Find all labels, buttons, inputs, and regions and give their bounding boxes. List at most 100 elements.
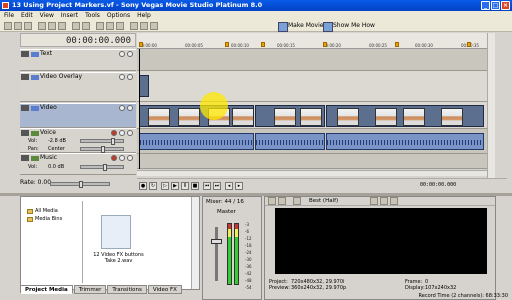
go-to-end-icon[interactable]: ⏭: [213, 182, 221, 190]
tab-transitions[interactable]: Transitions: [107, 285, 147, 294]
audio-clip[interactable]: [326, 133, 484, 150]
volume-knob[interactable]: [103, 164, 107, 171]
pan-slider[interactable]: [80, 146, 124, 153]
tree-item-media-bins[interactable]: Media Bins: [35, 216, 62, 222]
external-monitor-icon[interactable]: [278, 197, 286, 205]
tab-project-media[interactable]: Project Media: [20, 285, 73, 294]
master-fader-knob[interactable]: [211, 239, 222, 244]
lock-envelopes-icon[interactable]: [150, 22, 158, 30]
cut-icon[interactable]: [38, 22, 46, 30]
auto-ripple-icon[interactable]: [140, 22, 148, 30]
video-clip[interactable]: [255, 105, 325, 127]
rate-slider[interactable]: [50, 181, 110, 188]
volume-slider[interactable]: [80, 164, 124, 171]
paste-icon[interactable]: [58, 22, 66, 30]
edit-tool-icon[interactable]: [96, 22, 104, 30]
track-header-voice[interactable]: Voice Vol: -2.8 dB Pan: Center: [20, 128, 136, 153]
tab-trimmer[interactable]: Trimmer: [73, 285, 107, 294]
video-clip[interactable]: [139, 75, 149, 97]
video-clip[interactable]: [326, 105, 484, 127]
split-screen-icon[interactable]: [293, 197, 301, 205]
show-me-how-button[interactable]: Show Me How: [323, 21, 375, 32]
menu-help[interactable]: Help: [137, 11, 151, 20]
track-header-text[interactable]: Text: [20, 49, 136, 71]
record-arm-icon[interactable]: [111, 155, 117, 161]
new-icon[interactable]: [4, 22, 12, 30]
selection-tool-icon[interactable]: [116, 22, 124, 30]
playhead[interactable]: [139, 49, 140, 169]
project-marker[interactable]: [261, 42, 265, 47]
menu-file[interactable]: File: [4, 11, 14, 20]
maximize-button[interactable]: □: [491, 1, 500, 10]
redo-icon[interactable]: [82, 22, 90, 30]
make-movie-button[interactable]: Make Movie: [278, 21, 323, 32]
menu-insert[interactable]: Insert: [61, 11, 78, 20]
lane-text[interactable]: [137, 49, 487, 71]
project-marker[interactable]: [395, 42, 399, 47]
stop-icon[interactable]: ■: [191, 182, 199, 190]
save-icon[interactable]: [24, 22, 32, 30]
audio-file-thumbnail[interactable]: [101, 215, 131, 249]
track-header-video[interactable]: Video: [20, 103, 136, 128]
copy-snapshot-icon[interactable]: [380, 197, 388, 205]
lane-voice[interactable]: [137, 129, 487, 154]
solo-icon[interactable]: [127, 105, 133, 111]
record-arm-icon[interactable]: [111, 130, 117, 136]
right-strip: [496, 196, 512, 300]
play-icon[interactable]: ▶: [171, 182, 179, 190]
undo-icon[interactable]: [72, 22, 80, 30]
solo-icon[interactable]: [127, 74, 133, 80]
volume-knob[interactable]: [111, 138, 115, 145]
minimize-button[interactable]: _: [481, 1, 490, 10]
loop-icon[interactable]: ↻: [149, 182, 157, 190]
project-marker[interactable]: [225, 42, 229, 47]
solo-icon[interactable]: [127, 51, 133, 57]
rate-knob[interactable]: [79, 181, 83, 188]
audio-clip[interactable]: [255, 133, 325, 150]
menu-view[interactable]: View: [40, 11, 54, 20]
mute-icon[interactable]: [119, 51, 125, 57]
menu-edit[interactable]: Edit: [21, 11, 33, 20]
go-to-start-icon[interactable]: ⏮: [203, 182, 211, 190]
solo-icon[interactable]: [127, 155, 133, 161]
menu-options[interactable]: Options: [107, 11, 130, 20]
timeline[interactable]: [137, 49, 487, 169]
volume-slider[interactable]: [80, 138, 124, 145]
mute-icon[interactable]: [119, 105, 125, 111]
copy-icon[interactable]: [48, 22, 56, 30]
tab-video-fx[interactable]: Video FX: [147, 285, 182, 294]
snap-icon[interactable]: [130, 22, 138, 30]
media-scrollbar[interactable]: [191, 197, 199, 289]
mute-icon[interactable]: [119, 155, 125, 161]
track-header-music[interactable]: Music Vol: 0.0 dB: [20, 153, 136, 175]
close-button[interactable]: ×: [501, 1, 510, 10]
save-snapshot-icon[interactable]: [390, 197, 398, 205]
project-marker[interactable]: [323, 42, 327, 47]
record-icon[interactable]: ●: [139, 182, 147, 190]
overlays-icon[interactable]: [370, 197, 378, 205]
preview-quality-select[interactable]: Best (Half): [309, 198, 338, 204]
next-frame-icon[interactable]: ▸: [235, 182, 243, 190]
pause-icon[interactable]: Ⅱ: [181, 182, 189, 190]
pan-knob[interactable]: [101, 146, 105, 153]
open-icon[interactable]: [14, 22, 22, 30]
mute-icon[interactable]: [119, 130, 125, 136]
solo-icon[interactable]: [127, 130, 133, 136]
preview-settings-icon[interactable]: [268, 197, 276, 205]
project-marker[interactable]: [467, 42, 471, 47]
tree-item-all-media[interactable]: All Media: [35, 208, 58, 214]
play-from-start-icon[interactable]: ▷: [161, 182, 169, 190]
video-clip[interactable]: [139, 105, 254, 127]
horizontal-scrollbar[interactable]: [137, 170, 487, 176]
mute-icon[interactable]: [119, 74, 125, 80]
envelope-tool-icon[interactable]: [106, 22, 114, 30]
track-header-video-overlay[interactable]: Video Overlay: [20, 72, 136, 102]
vertical-scrollbar[interactable]: [487, 33, 495, 183]
audio-clip[interactable]: [139, 133, 254, 150]
project-marker[interactable]: [139, 42, 143, 47]
lane-video[interactable]: [137, 102, 487, 129]
prev-frame-icon[interactable]: ◂: [225, 182, 233, 190]
menu-tools[interactable]: Tools: [85, 11, 100, 20]
lane-music[interactable]: [137, 154, 487, 169]
lane-video-overlay[interactable]: [137, 71, 487, 102]
